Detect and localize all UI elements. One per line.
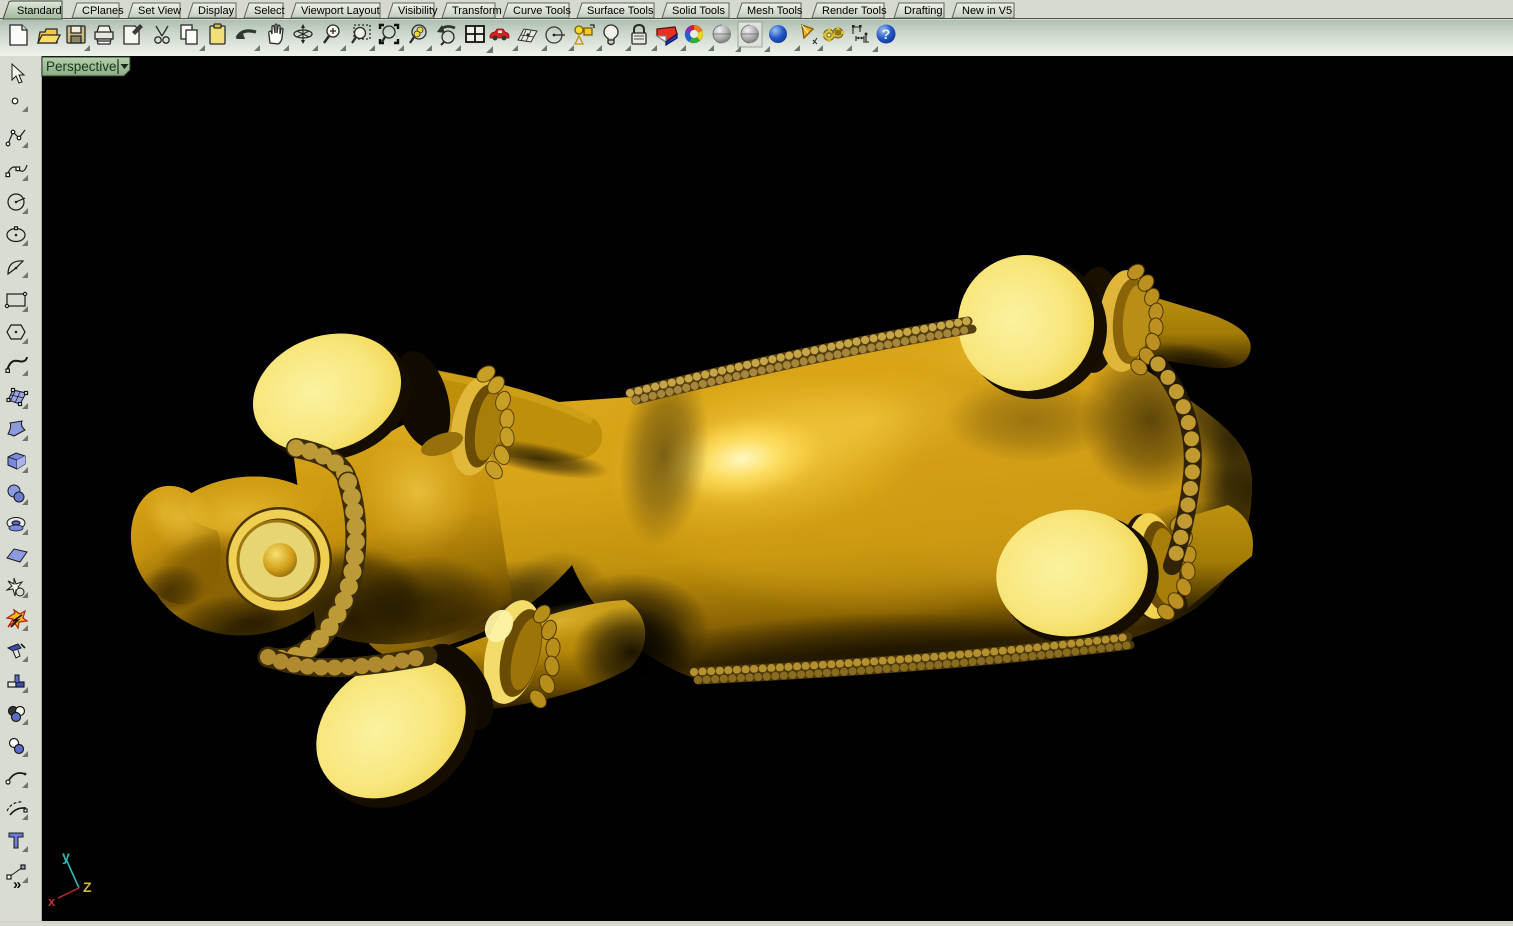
svg-text:Mesh Tools: Mesh Tools	[747, 5, 803, 17]
svg-text:CPlanes: CPlanes	[82, 5, 124, 17]
svg-text:»: »	[13, 876, 21, 893]
svg-text:Solid Tools: Solid Tools	[672, 5, 725, 17]
svg-text:Z: Z	[83, 879, 92, 895]
svg-text:Display: Display	[198, 5, 235, 17]
svg-text:Transform: Transform	[452, 5, 502, 17]
svg-text:Drafting: Drafting	[904, 5, 943, 17]
svg-text:y: y	[62, 848, 70, 864]
svg-text:Viewport Layout: Viewport Layout	[301, 5, 380, 17]
svg-text:Perspective: Perspective	[46, 59, 117, 74]
svg-text:New in V5: New in V5	[962, 5, 1012, 17]
svg-text:Select: Select	[254, 5, 285, 17]
svg-text:Set View: Set View	[138, 5, 181, 17]
svg-text:Visibility: Visibility	[398, 5, 438, 17]
svg-text:Standard: Standard	[17, 5, 62, 17]
svg-text:Render Tools: Render Tools	[822, 5, 887, 17]
svg-text:x: x	[48, 894, 56, 909]
svg-text:Surface Tools: Surface Tools	[587, 5, 654, 17]
svg-text:?: ?	[882, 26, 891, 42]
svg-text:Curve Tools: Curve Tools	[513, 5, 571, 17]
